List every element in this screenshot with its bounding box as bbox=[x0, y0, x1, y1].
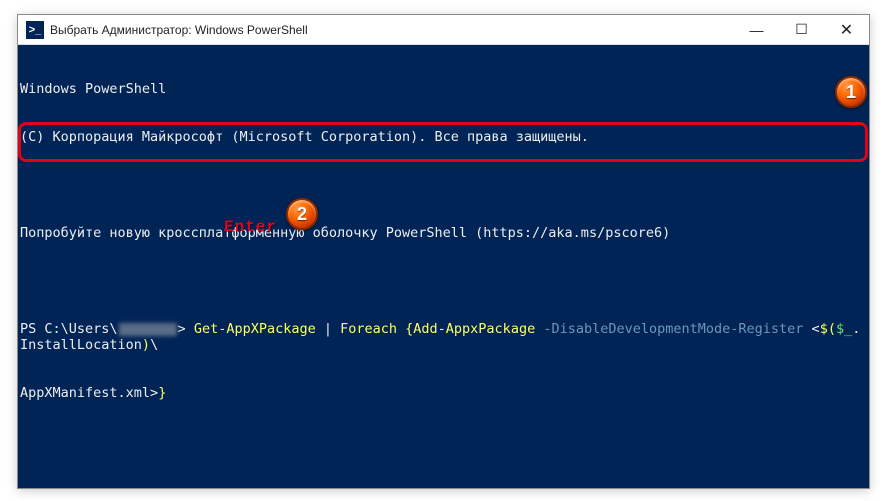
cmd-foreach: Foreach { bbox=[340, 321, 413, 337]
blank-line bbox=[20, 177, 867, 193]
prompt-gt: > bbox=[178, 321, 194, 337]
close-button[interactable]: ✕ bbox=[824, 15, 869, 44]
annotation-badge-2: 2 bbox=[286, 198, 318, 230]
blank-line bbox=[20, 273, 867, 289]
cmd-addappx: Add-AppxPackage bbox=[413, 321, 543, 337]
pipeline-var: $_ bbox=[836, 321, 852, 337]
manifest: AppXManifest.xml bbox=[20, 385, 150, 401]
terminal-area[interactable]: Windows PowerShell (C) Корпорация Майкро… bbox=[18, 45, 869, 437]
titlebar[interactable]: >_ Выбрать Администратор: Windows PowerS… bbox=[18, 15, 869, 45]
annotation-badge-1: 1 bbox=[835, 76, 867, 108]
lt: < bbox=[812, 321, 820, 337]
cmd-getappx: Get-AppXPackage bbox=[194, 321, 316, 337]
banner-line2: (C) Корпорация Майкрософт (Microsoft Cor… bbox=[20, 129, 867, 145]
annotation-label-enter: Enter bbox=[224, 218, 277, 236]
paren-close: ) bbox=[142, 337, 150, 353]
powershell-icon: >_ bbox=[26, 21, 44, 39]
pipe: | bbox=[316, 321, 340, 337]
backslash: \ bbox=[150, 337, 158, 353]
banner-line3: Попробуйте новую кроссплатформенную обол… bbox=[20, 225, 867, 241]
prompt-path: PS C:\Users\ bbox=[20, 321, 118, 337]
cmd-flag: -DisableDevelopmentMode-Register bbox=[543, 321, 811, 337]
username-blurred bbox=[119, 323, 177, 336]
dollar-open: $( bbox=[820, 321, 836, 337]
powershell-window: >_ Выбрать Администратор: Windows PowerS… bbox=[17, 14, 870, 489]
gt: > bbox=[150, 385, 158, 401]
command-line-2: AppXManifest.xml>} bbox=[20, 385, 867, 401]
brace-close: } bbox=[158, 385, 166, 401]
maximize-button[interactable]: ☐ bbox=[779, 15, 824, 44]
command-line-1: PS C:\Users\ > Get-AppXPackage | Foreach … bbox=[20, 321, 867, 353]
window-controls: — ☐ ✕ bbox=[734, 15, 869, 44]
window-title: Выбрать Администратор: Windows PowerShel… bbox=[50, 23, 734, 37]
banner-line1: Windows PowerShell bbox=[20, 81, 867, 97]
minimize-button[interactable]: — bbox=[734, 15, 779, 44]
